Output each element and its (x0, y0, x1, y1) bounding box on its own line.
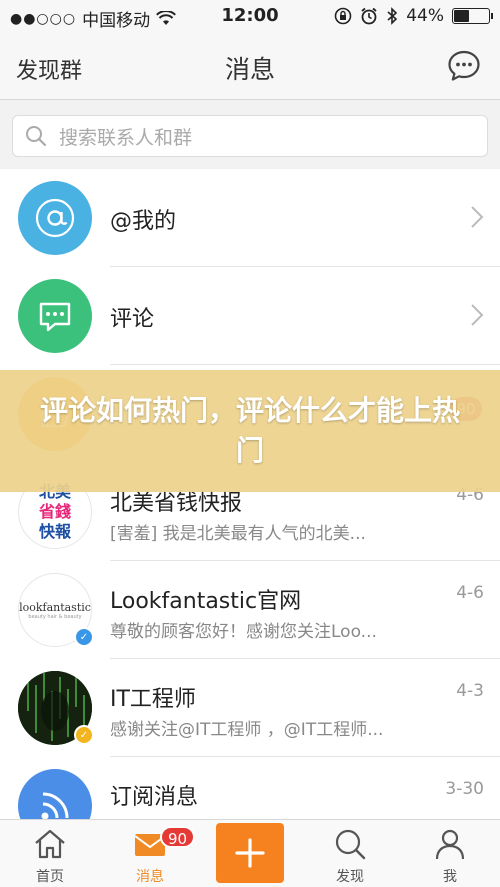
list-item-mentions[interactable]: @我的 (0, 169, 500, 267)
search-placeholder: 搜索联系人和群 (59, 126, 193, 149)
verified-badge-icon: ✓ (74, 627, 94, 647)
beimei-logo-text: 省錢 (38, 502, 71, 521)
overlay-title: 评论如何热门，评论什么才能上热门 (40, 394, 461, 467)
nav-bar: 发现群 消息 (0, 34, 500, 100)
status-right: 44% (334, 6, 493, 26)
row-title: Lookfantastic官网 (110, 589, 302, 614)
home-icon (35, 829, 65, 859)
chevron-right-icon (471, 304, 484, 326)
list-item-lookfantastic[interactable]: lookfantastic beauty hair & beauty ✓ Loo… (0, 561, 500, 659)
row-title: 订阅消息 (110, 785, 199, 810)
beimei-logo-text: 快報 (38, 522, 71, 541)
tab-label: 我 (443, 869, 457, 885)
orientation-lock-icon (334, 7, 352, 25)
lookfantastic-logo-sub: beauty hair & beauty (28, 613, 82, 620)
battery-fill (454, 10, 469, 22)
search-icon (26, 126, 47, 147)
battery-icon (452, 8, 493, 24)
search-input[interactable]: 搜索联系人和群 (12, 115, 488, 157)
plus-icon (235, 838, 265, 868)
row-subtitle: 感谢关注@IT工程师 ，@IT工程师... (110, 720, 384, 740)
list-item-it-engineer[interactable]: ✓ IT工程师 感谢关注@IT工程师 ，@IT工程师... 4-3 (0, 659, 500, 757)
battery-percent: 44% (406, 6, 444, 26)
tab-home[interactable]: 首页 (0, 820, 100, 887)
tab-me[interactable]: 我 (400, 820, 500, 887)
list-item-comments[interactable]: 评论 (0, 267, 500, 365)
bluetooth-icon (387, 7, 398, 25)
chat-bubble-icon[interactable] (446, 48, 482, 84)
comment-icon (39, 302, 71, 332)
tab-bar: 首页 消息 90 发现 我 (0, 819, 500, 887)
row-title: IT工程师 (110, 687, 196, 712)
tab-label: 首页 (36, 869, 64, 885)
chevron-right-icon (471, 206, 484, 228)
search-icon (335, 829, 366, 860)
row-subtitle: 尊敬的顾客您好！感谢您关注Loo... (110, 622, 377, 642)
tab-label: 发现 (336, 869, 364, 885)
tab-label: 消息 (136, 869, 164, 885)
row-title: @我的 (110, 209, 177, 234)
comment-avatar (18, 279, 92, 353)
row-time: 3-30 (445, 779, 484, 799)
row-subtitle: [害羞] 我是北美最有人气的北美... (110, 524, 366, 544)
at-avatar (18, 181, 92, 255)
page-title: 消息 (224, 55, 275, 84)
verified-badge-icon: ✓ (74, 725, 94, 745)
overlay-banner: 评论如何热门，评论什么才能上热门 (0, 370, 500, 492)
lookfantastic-logo-text: lookfantastic (19, 600, 91, 614)
row-time: 4-6 (456, 583, 484, 603)
tab-discover[interactable]: 发现 (300, 820, 400, 887)
at-icon (35, 198, 75, 238)
search-area: 搜索联系人和群 (0, 101, 500, 169)
messages-badge: 90 (160, 826, 196, 848)
row-time: 4-3 (456, 681, 484, 701)
profile-icon (435, 829, 465, 860)
compose-button[interactable] (216, 823, 284, 883)
status-bar: ●●○○○ 中国移动 12:00 44% (0, 0, 500, 34)
row-title: 评论 (110, 307, 155, 332)
alarm-icon (361, 7, 377, 25)
